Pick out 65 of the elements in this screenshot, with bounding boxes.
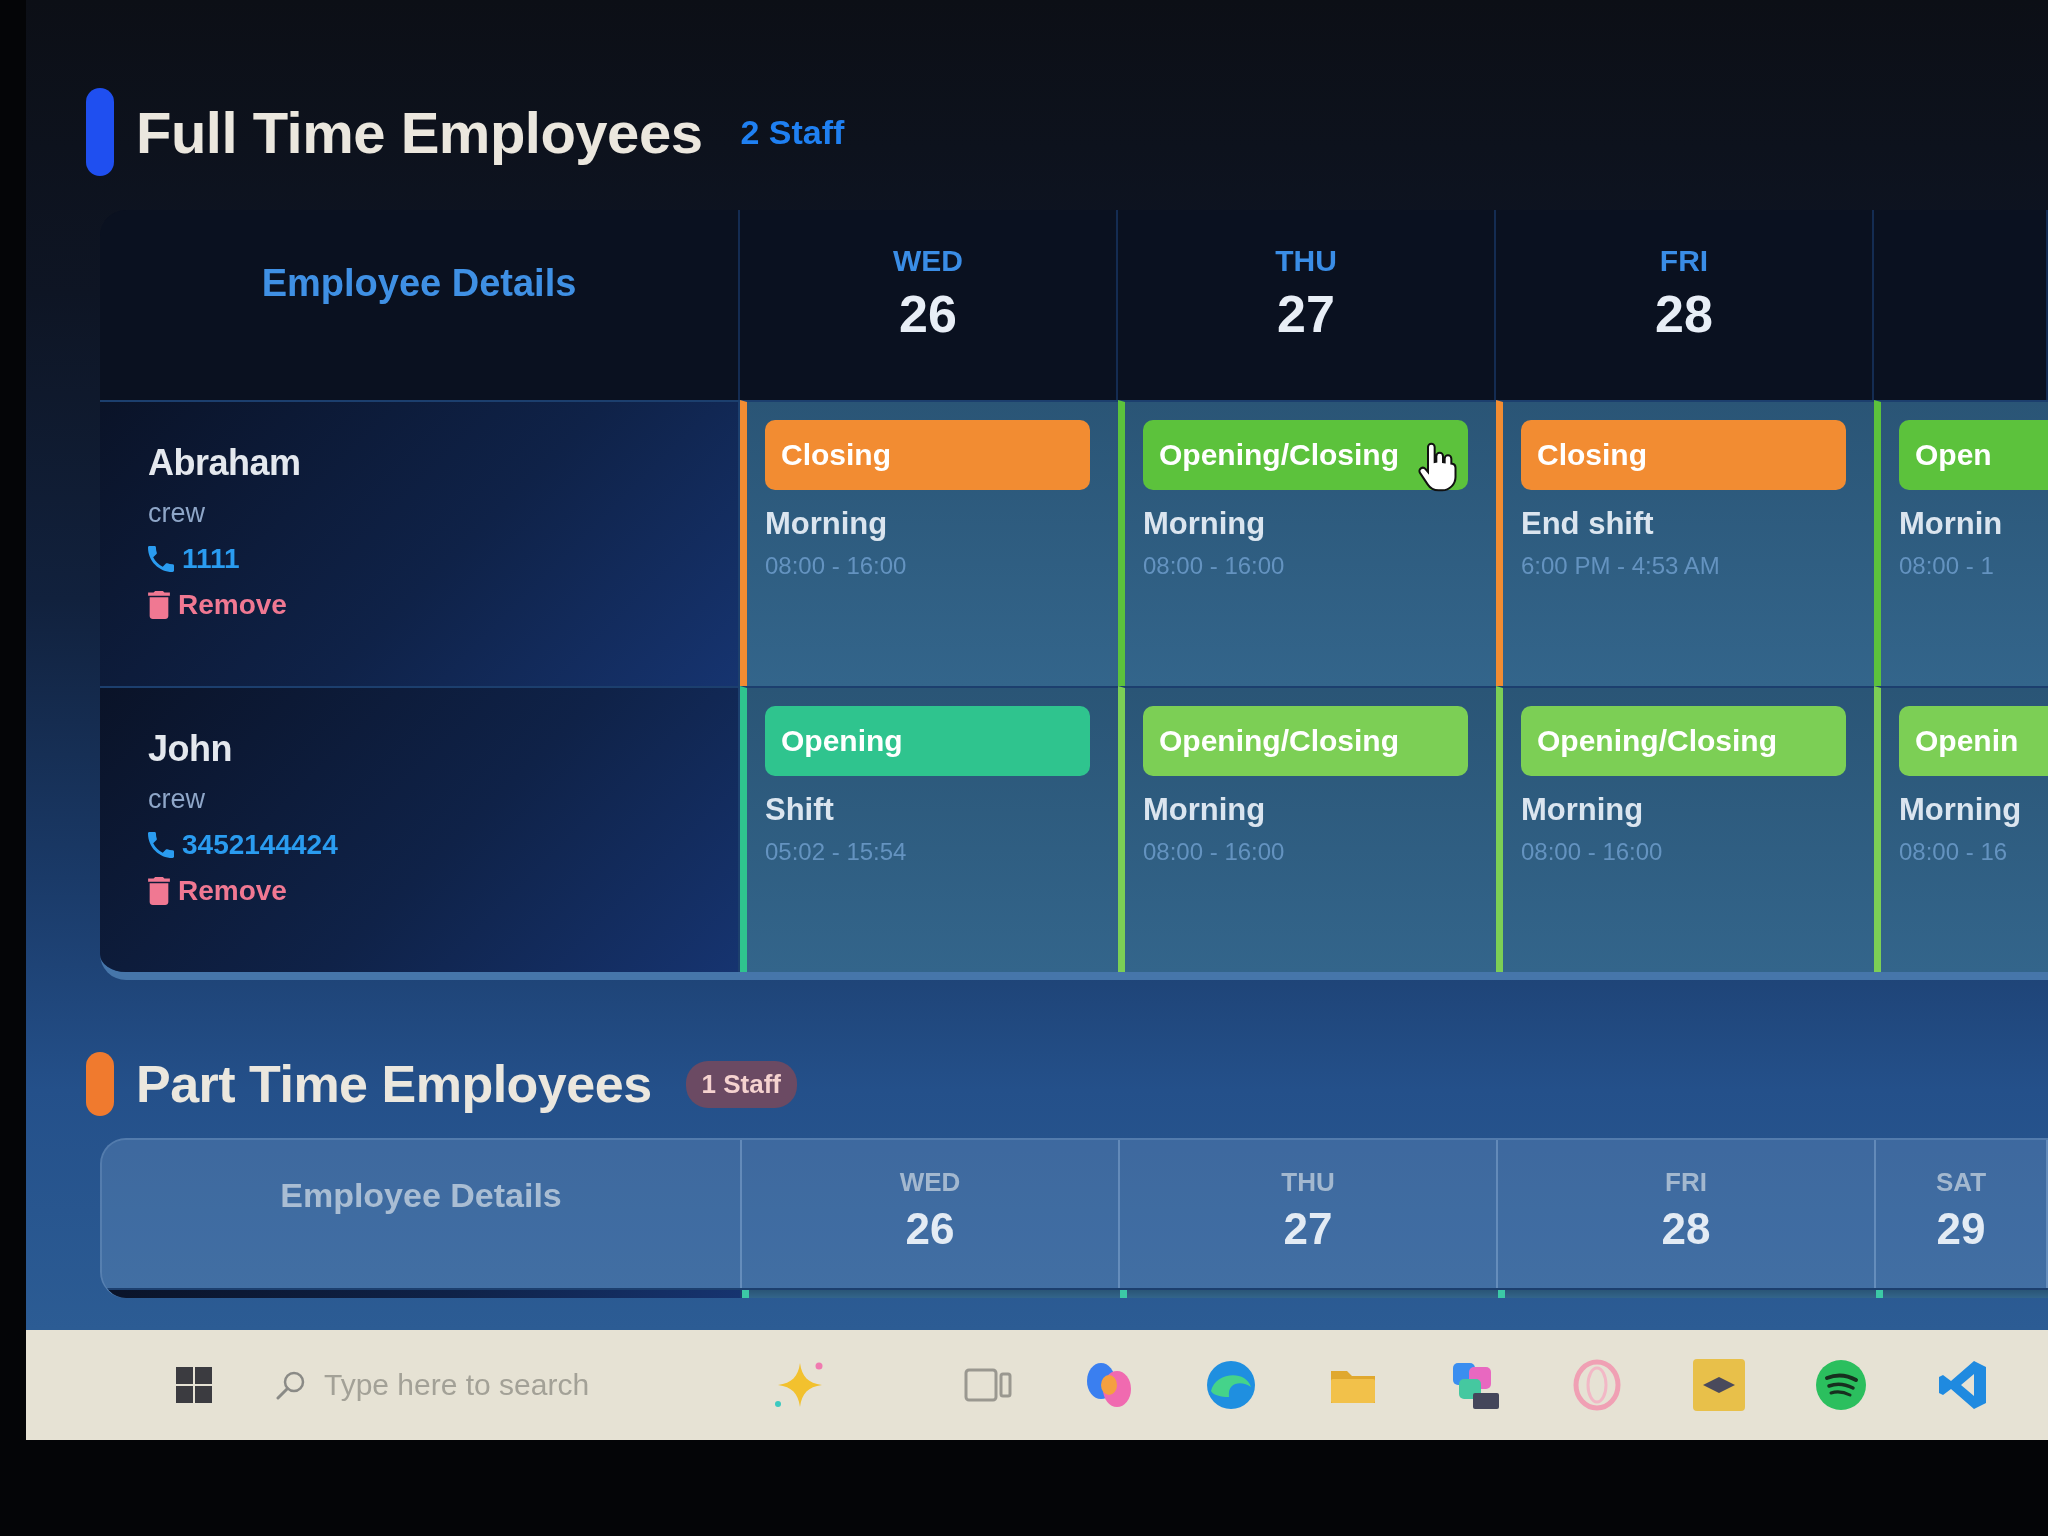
staff-count: 1 Staff [685, 1060, 798, 1108]
date-label: 26 [899, 284, 957, 345]
weekday-label: THU [1281, 1168, 1335, 1197]
column-heading: Employee Details [280, 1176, 562, 1215]
date-label: 28 [1661, 1202, 1711, 1255]
phone-icon [148, 546, 174, 572]
shift-name: Morning [1521, 792, 1645, 828]
date-label: 27 [1283, 1202, 1333, 1255]
staff-count: 2 Staff [739, 112, 846, 152]
shift-name: Morning [1143, 506, 1267, 542]
shift-time: 05:02 - 15:54 [765, 838, 908, 866]
employee-role: crew [148, 784, 205, 815]
weekday-label: WED [899, 1168, 961, 1197]
trash-icon [148, 877, 170, 905]
phone-number: 3452144424 [182, 829, 338, 861]
remove-button[interactable]: Remove [148, 875, 287, 907]
section-title: Full Time Employees [136, 98, 703, 166]
weekday-label: FRI [1665, 1168, 1707, 1197]
employee-name: John [148, 728, 232, 770]
search-icon [276, 1370, 306, 1400]
date-label: 29 [1936, 1202, 1986, 1255]
employee-name: Abraham [148, 442, 301, 484]
ribbon-icon[interactable] [1937, 1359, 1989, 1411]
trash-icon [148, 591, 170, 619]
shift-name: End shift [1521, 506, 1655, 542]
arcs-circle-icon[interactable] [1815, 1359, 1867, 1411]
shift-tag: Opening/Closing [1143, 706, 1468, 776]
shift-time: 08:00 - 16 [1899, 838, 2009, 866]
shift-name: Shift [765, 792, 835, 828]
section-title: Part Time Employees [136, 1054, 652, 1114]
date-label: 28 [1655, 284, 1713, 345]
grid-icon[interactable] [176, 1367, 212, 1403]
tile-icon[interactable] [1693, 1359, 1745, 1411]
weekday-label: THU [1275, 244, 1337, 277]
weekday-label: WED [893, 244, 963, 277]
shift-tag: Closing [765, 420, 1090, 490]
shift-tag: Openin [1899, 706, 2048, 776]
weekday-label: SAT [1935, 1168, 1987, 1197]
wave-circle-icon[interactable] [1205, 1359, 1257, 1411]
shift-time: 6:00 PM - 4:53 AM [1521, 552, 1721, 580]
shift-tag: Opening [765, 706, 1090, 776]
hand-cursor-icon [1418, 440, 1458, 494]
shift-name: Morning [765, 506, 889, 542]
shift-tag: Opening/Closing [1521, 706, 1846, 776]
shift-time: 08:00 - 16:00 [1143, 552, 1286, 580]
shift-tag: Open [1899, 420, 2048, 490]
date-label: 27 [1277, 284, 1335, 345]
shift-name: Morning [1899, 792, 2023, 828]
shift-time: 08:00 - 1 [1899, 552, 1995, 580]
shift-time: 08:00 - 16:00 [1521, 838, 1664, 866]
shift-tag: Opening/Closing [1143, 420, 1468, 490]
shift-name: Mornin [1899, 506, 2004, 542]
search-field[interactable]: Type here to search [324, 1365, 714, 1405]
employee-role: crew [148, 498, 205, 529]
column-heading: Employee Details [261, 262, 577, 305]
date-label: 26 [905, 1202, 955, 1255]
shift-name: Morning [1143, 792, 1267, 828]
remove-button[interactable]: Remove [148, 589, 287, 621]
weekday-label: FRI [1659, 244, 1709, 277]
shift-time: 08:00 - 16:00 [1143, 838, 1286, 866]
shift-tag: Closing [1521, 420, 1846, 490]
shift-time: 08:00 - 16:00 [765, 552, 908, 580]
phone-icon [148, 832, 174, 858]
ring-icon[interactable] [1571, 1359, 1623, 1411]
phone-number: 1111 [182, 543, 240, 575]
